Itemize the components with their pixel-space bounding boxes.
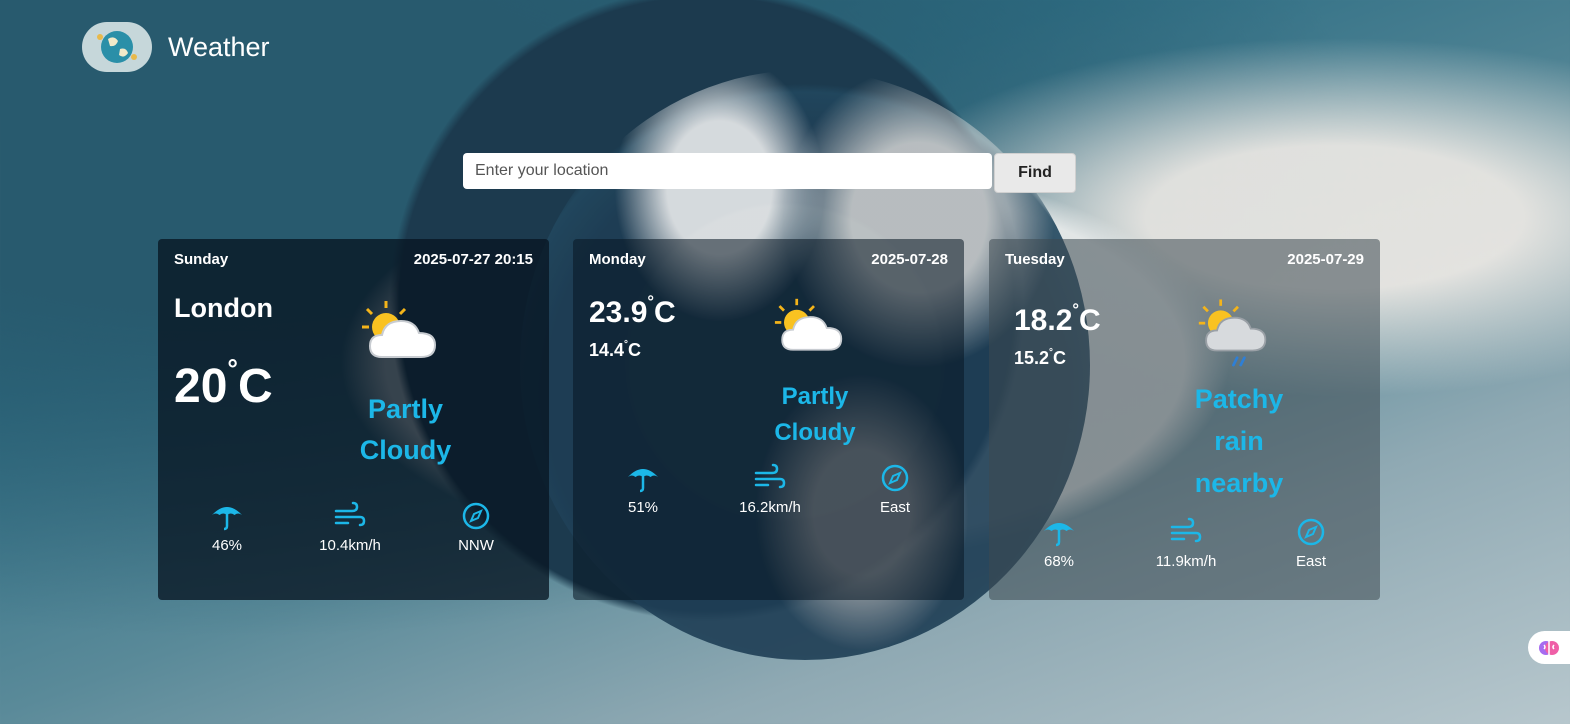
weather-card-day-3: Tuesday 2025-07-29 18.2°C 15.2°C Patchy …: [989, 239, 1380, 600]
condition-text: Patchy rain nearby: [1194, 384, 1284, 498]
date-label: 2025-07-27 20:15: [413, 251, 533, 268]
wind-direction-stat: East: [845, 463, 945, 516]
min-temperature: 14.4°C: [589, 339, 641, 360]
current-temperature: 20°C: [174, 354, 273, 413]
wind-speed-stat: 10.4km/h: [300, 501, 400, 554]
wind-speed-stat: 11.9km/h: [1136, 517, 1236, 570]
condition-text: Partly Cloudy: [774, 383, 856, 446]
compass-icon: [881, 464, 909, 492]
app-header: Weather: [82, 22, 270, 72]
wind-direction-stat: East: [1261, 517, 1361, 570]
min-temperature: 15.2°C: [1014, 347, 1066, 368]
compass-icon: [1297, 518, 1325, 546]
humidity-stat: 51%: [593, 463, 693, 516]
weather-card-day-2: Monday 2025-07-28 23.9°C 14.4°C Partly C…: [573, 239, 964, 600]
humidity-value: 46%: [211, 537, 243, 554]
umbrella-icon: [212, 507, 242, 531]
date-label: 2025-07-28: [871, 251, 948, 268]
brain-icon[interactable]: [1528, 631, 1570, 664]
wind-speed-value: 16.2km/h: [739, 499, 801, 516]
humidity-value: 51%: [627, 499, 659, 516]
weather-card-today: Sunday 2025-07-27 20:15 London 20°C Part…: [158, 239, 549, 600]
condition-text: Partly Cloudy: [359, 394, 452, 465]
wind-direction-value: East: [879, 499, 910, 516]
day-label: Monday: [589, 251, 646, 268]
umbrella-icon: [1044, 523, 1074, 547]
day-label: Sunday: [174, 251, 229, 268]
partly-cloudy-icon: [773, 297, 855, 362]
find-button[interactable]: Find: [994, 153, 1076, 193]
wind-icon: [334, 501, 366, 527]
wind-direction-stat: NNW: [426, 501, 526, 554]
max-temperature: 18.2°C: [1014, 301, 1101, 337]
humidity-stat: 46%: [177, 501, 277, 554]
max-temperature: 23.9°C: [589, 293, 676, 329]
humidity-stat: 68%: [1009, 517, 1109, 570]
umbrella-icon: [628, 469, 658, 493]
wind-direction-value: NNW: [458, 537, 494, 554]
day-label: Tuesday: [1005, 251, 1065, 268]
globe-icon[interactable]: [82, 22, 152, 72]
wind-icon: [1170, 517, 1202, 543]
patchy-rain-icon: [1197, 297, 1279, 378]
partly-cloudy-icon: [360, 299, 450, 370]
humidity-value: 68%: [1043, 553, 1075, 570]
wind-speed-value: 10.4km/h: [319, 537, 381, 554]
location-input[interactable]: [463, 153, 992, 189]
date-label: 2025-07-29: [1287, 251, 1364, 268]
wind-speed-value: 11.9km/h: [1155, 553, 1217, 570]
city-name: London: [174, 293, 273, 323]
wind-speed-stat: 16.2km/h: [720, 463, 820, 516]
wind-direction-value: East: [1295, 553, 1326, 570]
app-title: Weather: [168, 31, 270, 62]
wind-icon: [754, 463, 786, 489]
search-bar: Find: [463, 153, 1076, 193]
compass-icon: [462, 502, 490, 530]
